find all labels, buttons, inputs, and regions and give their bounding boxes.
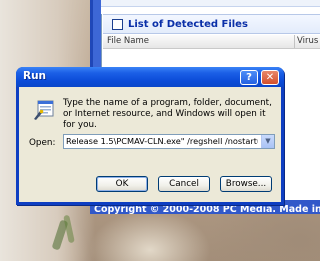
run-dialog-body: Type the name of a program, folder, docu… xyxy=(19,87,281,202)
run-dialog-titlebar[interactable]: Run ? ✕ xyxy=(16,67,284,87)
run-description: Type the name of a program, folder, docu… xyxy=(63,98,272,130)
pcmav-spacer xyxy=(101,7,320,14)
column-header-virus[interactable]: Virus xyxy=(295,35,318,48)
run-dialog: Run ? ✕ Type the name of a program, fold… xyxy=(16,67,284,205)
open-combobox[interactable]: Release 1.5\PCMAV-CLN.exe" /regshell /no… xyxy=(63,134,275,149)
browse-button[interactable]: Browse... xyxy=(220,176,272,192)
chevron-down-icon[interactable]: ▼ xyxy=(261,135,274,148)
help-button[interactable]: ? xyxy=(240,70,258,85)
close-button[interactable]: ✕ xyxy=(261,70,279,85)
copyright-text: Copyright © 2000-2008 PC Media. Made in … xyxy=(94,204,320,215)
detected-files-title: List of Detected Files xyxy=(128,18,248,30)
run-dialog-title: Run xyxy=(23,70,47,82)
column-header-file-name[interactable]: File Name xyxy=(103,35,295,48)
ok-button[interactable]: OK xyxy=(96,176,148,192)
run-program-icon xyxy=(34,100,54,120)
detected-files-header[interactable]: List of Detected Files xyxy=(103,14,320,34)
detected-files-checkbox[interactable] xyxy=(112,18,123,30)
detected-files-column-headers: File Name Virus xyxy=(103,35,320,49)
open-input[interactable]: Release 1.5\PCMAV-CLN.exe" /regshell /no… xyxy=(66,135,258,148)
open-label: Open: xyxy=(29,138,56,148)
pcmav-top-strip xyxy=(101,0,320,7)
cancel-button[interactable]: Cancel xyxy=(158,176,210,192)
